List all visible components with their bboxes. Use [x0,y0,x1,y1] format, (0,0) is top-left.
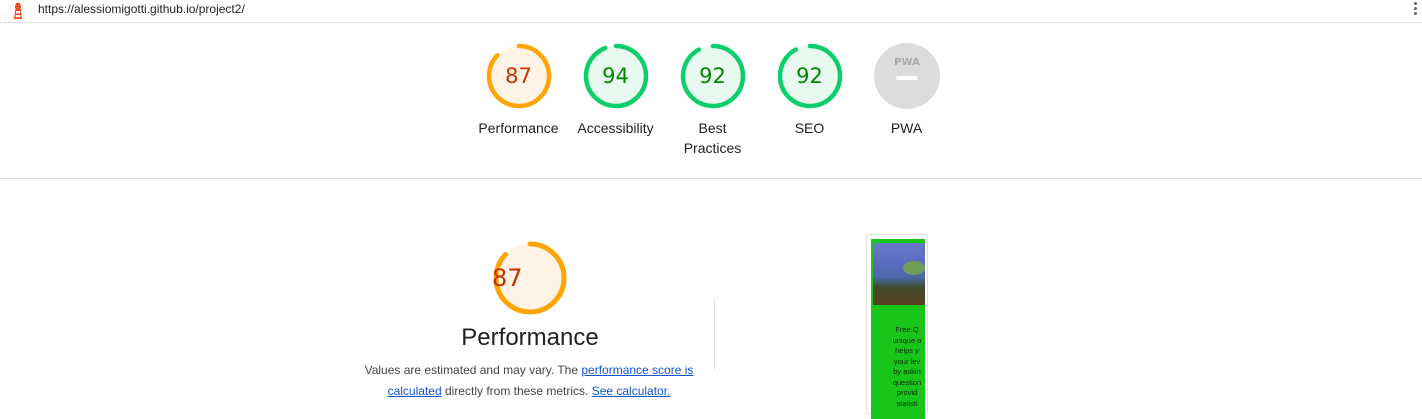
performance-description: Values are estimated and may vary. The p… [364,360,694,402]
gauge-label: Accessibility [577,120,654,136]
gauge-accessibility[interactable]: 94 Accessibility [567,43,664,158]
see-calculator-link[interactable]: See calculator. [592,384,671,398]
lighthouse-logo-icon [14,3,22,19]
gauge-score: 94 [602,64,629,88]
category-gauges: 87 Performance 94 Accessibility 92 Best Pract… [470,43,955,158]
gauge-ring-wrap: 94 [583,43,649,109]
gauge-score: 92 [796,64,823,88]
gauge-label: SEO [794,120,825,136]
gauge-ring-wrap: 92 [680,43,746,109]
gauge-seo[interactable]: 92 SEO [761,43,858,158]
thumbnail-image [873,243,925,305]
more-options-icon[interactable] [1414,2,1418,18]
performance-main-score: 87 [492,264,523,292]
section-divider [0,178,1422,179]
report-url-link[interactable]: https://alessiomigotti.github.io/project… [38,1,245,17]
gauge-score: 92 [699,64,726,88]
gauge-best-practices[interactable]: 92 Best Practices [664,43,761,158]
gauge-label: Best Practices [683,120,742,156]
pwa-dash-icon [895,76,918,80]
gauge-label: PWA [890,120,923,136]
thumbnail-text: Free Q unique o helps y your lev by aski… [892,325,922,408]
gauge-score: 87 [505,64,532,88]
gauge-pwa[interactable]: PWA PWA [858,43,955,158]
performance-section-title: Performance [461,324,599,351]
description-text-2: directly from these metrics. [441,384,592,398]
url-bar: https://alessiomigotti.github.io/project… [0,0,1422,23]
vertical-separator [714,298,715,370]
thumbnail-page: Free Q unique o helps y your lev by aski… [871,239,925,419]
gauge-ring-wrap: 92 [777,43,843,109]
performance-main-gauge: 87 [492,240,568,316]
gauge-ring-wrap: 87 [486,43,552,109]
gauge-ring: PWA [873,43,940,109]
gauge-performance[interactable]: 87 Performance [470,43,567,158]
gauge-ring-wrap: PWA [873,43,940,109]
pwa-badge-icon: PWA [894,57,920,68]
gauge-label: Performance [478,120,559,136]
final-screenshot-thumbnail[interactable]: Free Q unique o helps y your lev by aski… [866,234,928,419]
description-text: Values are estimated and may vary. The [364,363,582,377]
